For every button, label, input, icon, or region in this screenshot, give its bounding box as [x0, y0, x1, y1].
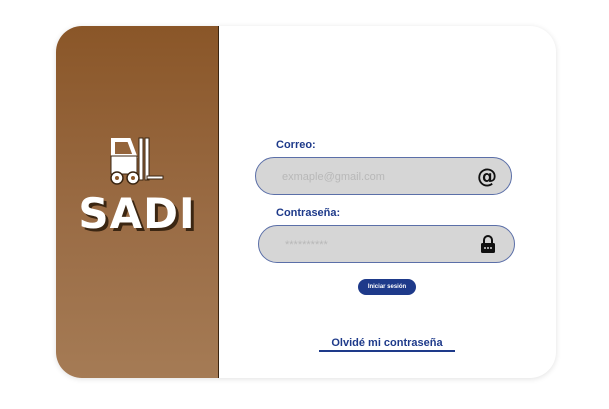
password-field[interactable] [258, 225, 515, 263]
lock-icon [481, 235, 495, 253]
login-form: Correo: @ Contraseña: Iniciar sesión Olv… [218, 26, 556, 378]
password-input[interactable] [283, 235, 467, 255]
logo [56, 136, 218, 188]
brand-name: SADI [78, 189, 196, 238]
email-field[interactable]: @ [255, 157, 512, 195]
email-label: Correo: [276, 139, 316, 151]
login-button[interactable]: Iniciar sesión [358, 279, 416, 295]
brand-panel: SADI [56, 26, 219, 378]
email-input[interactable] [280, 167, 464, 187]
at-sign-icon: @ [477, 164, 497, 188]
forgot-password-link[interactable]: Olvidé mi contraseña [319, 337, 455, 352]
login-card: SADI Correo: @ Contraseña: Iniciar sesió… [56, 26, 556, 378]
forklift-icon [110, 137, 164, 185]
password-label: Contraseña: [276, 207, 341, 219]
